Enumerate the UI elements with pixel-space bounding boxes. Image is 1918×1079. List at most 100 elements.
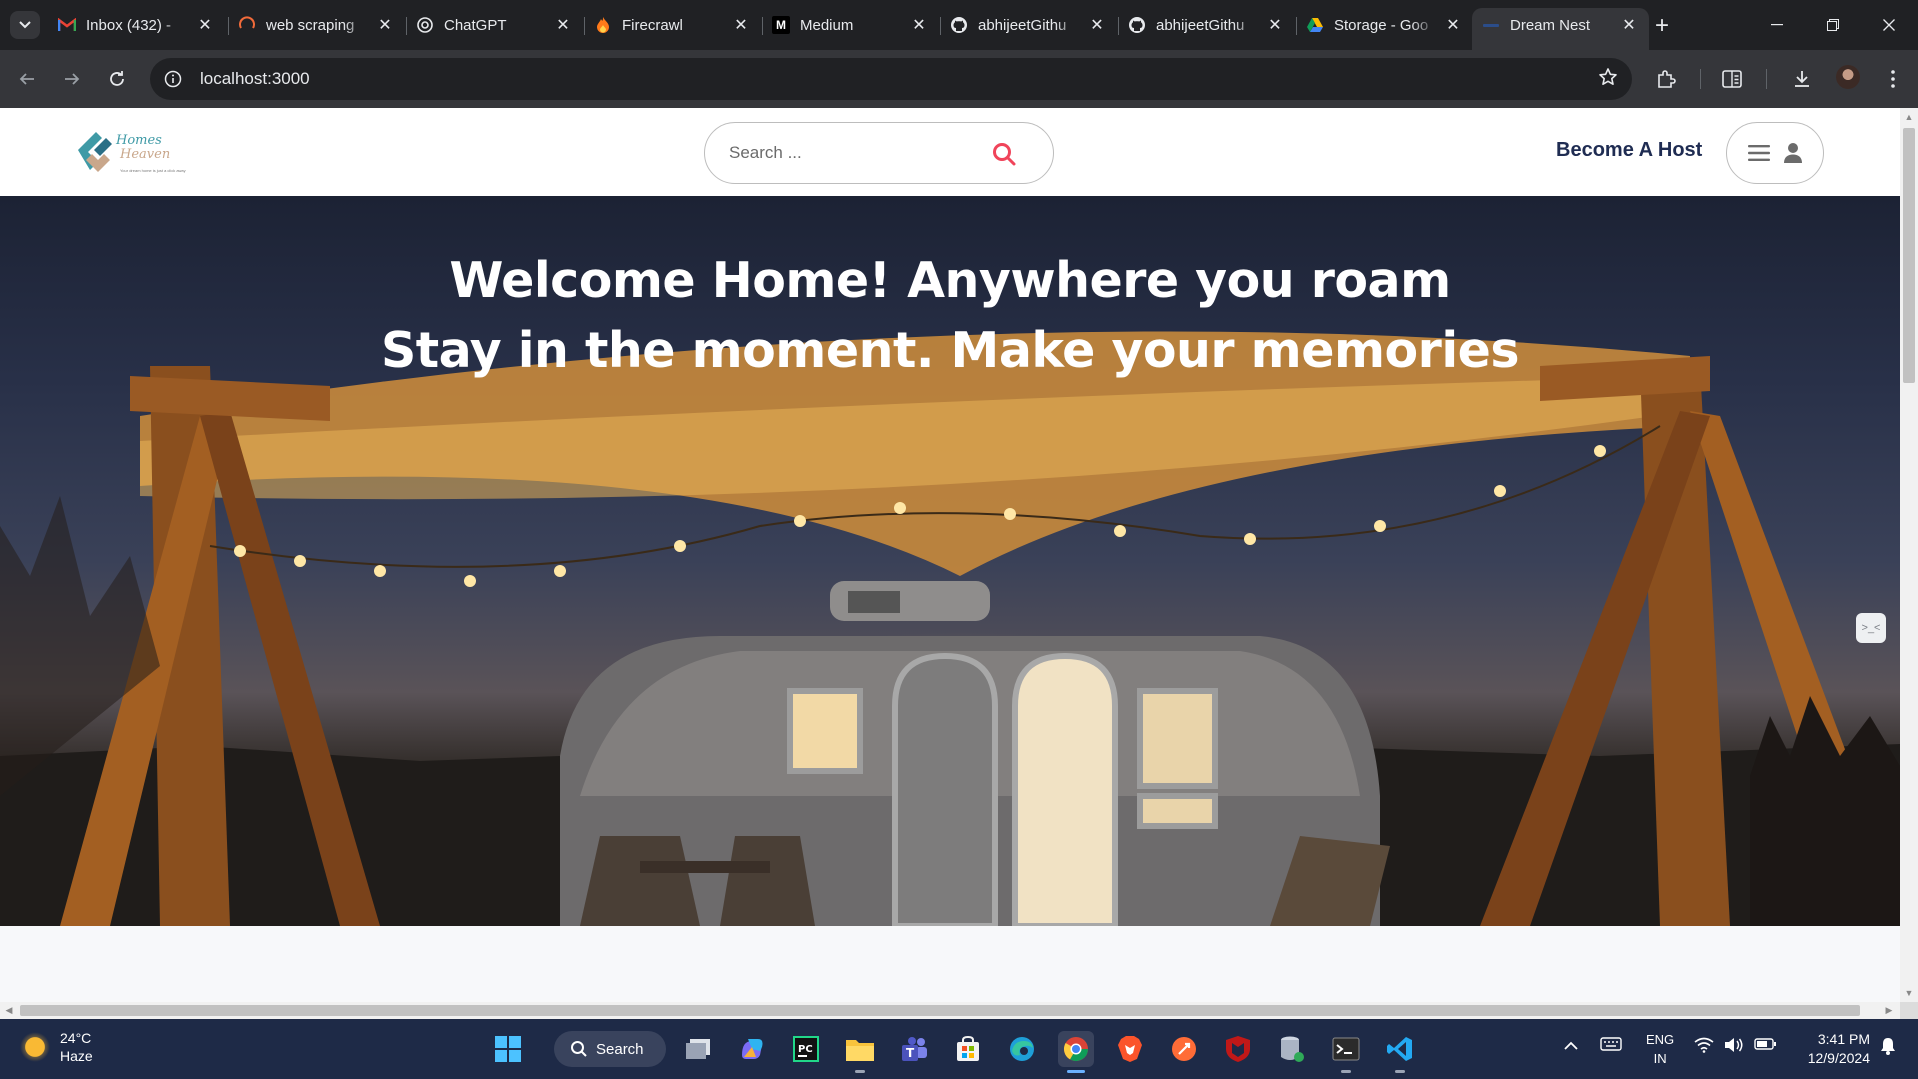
notification-bell-icon[interactable] <box>1880 1037 1896 1059</box>
close-window-button[interactable] <box>1866 8 1912 42</box>
weather-haze-icon <box>20 1032 50 1062</box>
downloads-button[interactable] <box>1786 63 1818 95</box>
scroll-down-icon[interactable]: ▼ <box>1904 988 1914 998</box>
show-hidden-icons[interactable] <box>1564 1037 1578 1054</box>
url-text[interactable]: localhost:3000 <box>200 69 310 89</box>
tab-title: Storage - Goo <box>1334 16 1429 34</box>
terminal-icon <box>1332 1037 1360 1061</box>
close-tab-icon[interactable]: ✕ <box>1265 15 1285 35</box>
tab-title: web scraping <box>266 16 355 34</box>
reload-button[interactable] <box>101 63 133 95</box>
scrollbar-thumb[interactable] <box>20 1005 1860 1016</box>
terminal-app[interactable] <box>1328 1031 1364 1073</box>
forward-button[interactable] <box>56 63 88 95</box>
weather-condition: Haze <box>60 1048 93 1064</box>
store-icon <box>957 1035 979 1061</box>
loading-spinner-icon <box>238 16 256 34</box>
volume-icon[interactable] <box>1724 1037 1744 1057</box>
clock-date: 12/9/2024 <box>1807 1050 1870 1066</box>
tab-github-1[interactable]: abhijeetGithu ✕ <box>940 8 1117 42</box>
start-button[interactable] <box>490 1031 526 1067</box>
google-drive-icon <box>1306 16 1324 34</box>
copilot-app[interactable] <box>734 1031 770 1067</box>
reading-list-button[interactable] <box>1716 63 1748 95</box>
brave-app[interactable] <box>1112 1031 1148 1067</box>
horizontal-scrollbar[interactable]: ◀ ▶ <box>0 1002 1900 1019</box>
tab-firecrawl[interactable]: Firecrawl ✕ <box>584 8 761 42</box>
vertical-scrollbar[interactable]: ▲ ▼ <box>1900 108 1918 1002</box>
file-explorer-app[interactable] <box>842 1031 878 1073</box>
tab-dream-nest[interactable]: Dream Nest ✕ <box>1472 8 1649 50</box>
input-language[interactable]: ENG IN <box>1646 1030 1674 1068</box>
close-tab-icon[interactable]: ✕ <box>553 15 573 35</box>
search-icon[interactable] <box>991 141 1017 167</box>
toolbar-separator <box>1700 69 1701 89</box>
address-bar[interactable]: localhost:3000 <box>150 58 1632 100</box>
wifi-icon[interactable] <box>1694 1037 1714 1057</box>
bookmark-star-icon[interactable] <box>1598 67 1618 93</box>
user-icon <box>1783 143 1802 163</box>
vscode-icon <box>1387 1037 1412 1061</box>
extensions-button[interactable] <box>1650 63 1682 95</box>
profile-avatar[interactable] <box>1836 65 1860 89</box>
hero-heading: Welcome Home! Anywhere you roam Stay in … <box>0 246 1900 386</box>
tab-web-scraping[interactable]: web scraping ✕ <box>228 8 405 42</box>
gmail-icon <box>58 16 76 34</box>
battery-icon[interactable] <box>1754 1037 1776 1054</box>
tab-github-2[interactable]: abhijeetGithu ✕ <box>1118 8 1295 42</box>
tab-title: abhijeetGithu <box>1156 16 1245 34</box>
become-host-link[interactable]: Become A Host <box>1556 139 1702 162</box>
search-input[interactable] <box>729 143 969 163</box>
chrome-app[interactable] <box>1058 1031 1094 1073</box>
site-info-icon[interactable] <box>156 62 190 96</box>
dev-tools-badge[interactable]: >_< <box>1856 613 1886 643</box>
back-button[interactable] <box>11 63 43 95</box>
task-view-button[interactable] <box>680 1031 716 1067</box>
hamburger-menu-icon <box>1747 145 1770 161</box>
database-app[interactable] <box>1274 1031 1310 1067</box>
svg-text:T: T <box>906 1046 915 1060</box>
logo-line-2: Heaven <box>120 147 171 162</box>
mcafee-app[interactable] <box>1220 1031 1256 1067</box>
close-tab-icon[interactable]: ✕ <box>1087 15 1107 35</box>
close-tab-icon[interactable]: ✕ <box>375 15 395 35</box>
close-tab-icon[interactable]: ✕ <box>195 15 215 35</box>
tab-medium[interactable]: M Medium ✕ <box>762 8 939 42</box>
fire-icon <box>594 16 612 34</box>
logo-tagline: Your dream home is just a click away <box>120 168 186 173</box>
taskbar-search[interactable]: Search <box>554 1031 666 1067</box>
keyboard-icon[interactable] <box>1600 1037 1622 1055</box>
search-icon <box>571 1041 587 1057</box>
system-clock[interactable]: 3:41 PM 12/9/2024 <box>1794 1030 1870 1068</box>
svg-text:PC: PC <box>798 1044 813 1055</box>
close-tab-icon[interactable]: ✕ <box>731 15 751 35</box>
close-tab-icon[interactable]: ✕ <box>909 15 929 35</box>
github-icon <box>950 16 968 34</box>
postman-app[interactable] <box>1166 1031 1202 1067</box>
teams-app[interactable]: T <box>896 1031 932 1067</box>
account-menu-button[interactable] <box>1726 122 1824 184</box>
pycharm-app[interactable]: PC <box>788 1031 824 1067</box>
microsoft-store-app[interactable] <box>950 1031 986 1067</box>
browser-menu-button[interactable] <box>1877 63 1909 95</box>
content-section <box>0 926 1900 1002</box>
new-tab-button[interactable]: + <box>1648 12 1676 40</box>
tab-google-drive[interactable]: Storage - Goo ✕ <box>1296 8 1473 42</box>
region-code: IN <box>1653 1051 1667 1066</box>
vscode-app[interactable] <box>1382 1031 1418 1073</box>
scroll-right-icon[interactable]: ▶ <box>1884 1005 1894 1015</box>
tab-gmail[interactable]: Inbox (432) - ✕ <box>48 8 225 42</box>
minimize-button[interactable] <box>1754 8 1800 42</box>
tab-chatgpt[interactable]: ChatGPT ✕ <box>406 8 583 42</box>
close-tab-icon[interactable]: ✕ <box>1443 15 1463 35</box>
restore-button[interactable] <box>1810 8 1856 42</box>
scrollbar-thumb[interactable] <box>1903 128 1915 383</box>
scroll-up-icon[interactable]: ▲ <box>1904 112 1914 122</box>
site-logo[interactable]: Homes Heaven Your dream home is just a c… <box>76 122 200 182</box>
scroll-left-icon[interactable]: ◀ <box>4 1005 14 1015</box>
weather-widget[interactable]: 24°C Haze <box>20 1029 93 1065</box>
taskbar-search-label: Search <box>596 1040 644 1058</box>
tab-search-button[interactable] <box>10 11 40 39</box>
edge-app[interactable] <box>1004 1031 1040 1067</box>
close-tab-icon[interactable]: ✕ <box>1619 15 1639 35</box>
